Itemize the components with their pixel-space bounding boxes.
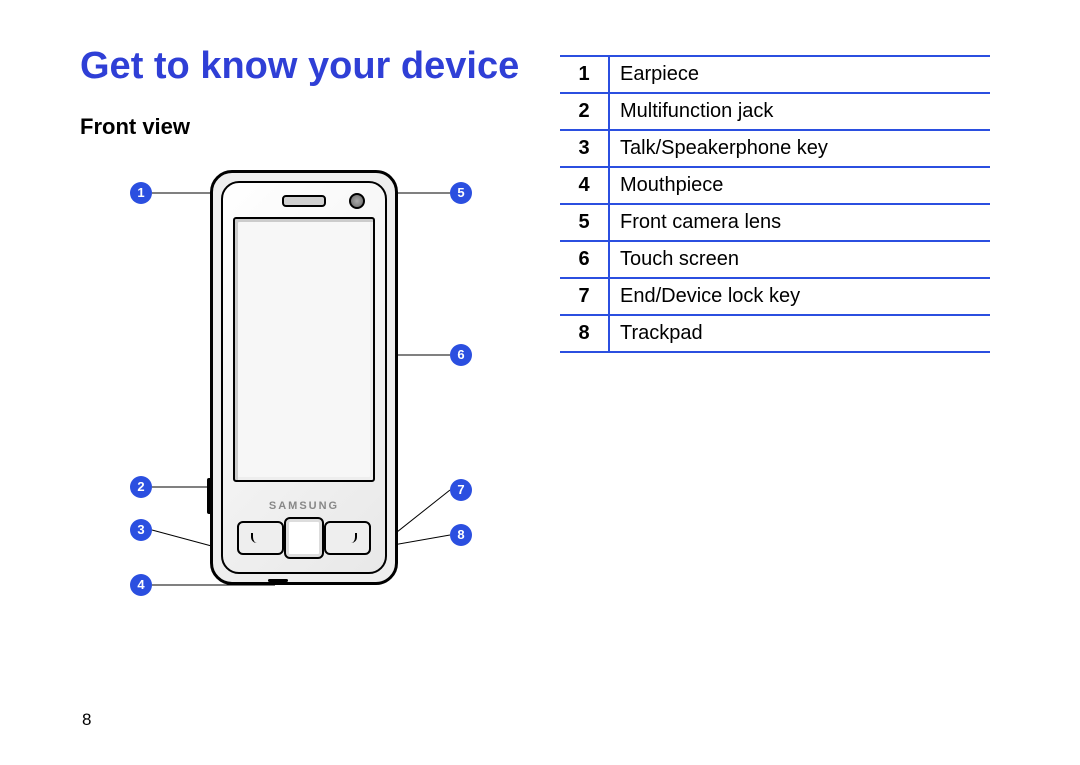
callout-3: 3	[130, 519, 152, 541]
legend-num: 2	[560, 93, 609, 130]
left-column: Get to know your device Front view	[80, 45, 560, 735]
right-column: 1 Earpiece 2 Multifunction jack 3 Talk/S…	[560, 45, 1030, 735]
page-number: 8	[82, 710, 91, 730]
callout-8: 8	[450, 524, 472, 546]
callout-5: 5	[450, 182, 472, 204]
trackpad-icon	[284, 517, 325, 559]
legend-num: 5	[560, 204, 609, 241]
phone-front-face: SAMSUNG	[221, 181, 387, 574]
legend-row: 1 Earpiece	[560, 56, 990, 93]
callout-6: 6	[450, 344, 472, 366]
legend-label: Talk/Speakerphone key	[609, 130, 990, 167]
legend-num: 3	[560, 130, 609, 167]
legend-row: 6 Touch screen	[560, 241, 990, 278]
button-row	[237, 518, 371, 558]
legend-num: 8	[560, 315, 609, 352]
brand-label: SAMSUNG	[223, 500, 385, 512]
legend-row: 5 Front camera lens	[560, 204, 990, 241]
callout-2: 2	[130, 476, 152, 498]
legend-row: 4 Mouthpiece	[560, 167, 990, 204]
section-heading: Front view	[80, 114, 560, 140]
legend-label: Trackpad	[609, 315, 990, 352]
front-camera-icon	[349, 193, 365, 209]
legend-table: 1 Earpiece 2 Multifunction jack 3 Talk/S…	[560, 55, 990, 353]
legend-label: Touch screen	[609, 241, 990, 278]
mouthpiece-icon	[268, 579, 288, 582]
touch-screen-icon	[233, 217, 375, 482]
legend-label: Multifunction jack	[609, 93, 990, 130]
legend-label: Mouthpiece	[609, 167, 990, 204]
callout-7: 7	[450, 479, 472, 501]
legend-num: 4	[560, 167, 609, 204]
legend-label: End/Device lock key	[609, 278, 990, 315]
talk-key-icon	[237, 521, 284, 555]
legend-row: 2 Multifunction jack	[560, 93, 990, 130]
legend-num: 1	[560, 56, 609, 93]
callout-4: 4	[130, 574, 152, 596]
legend-row: 7 End/Device lock key	[560, 278, 990, 315]
legend-row: 8 Trackpad	[560, 315, 990, 352]
phone-outline: SAMSUNG	[210, 170, 398, 585]
legend-num: 7	[560, 278, 609, 315]
legend-label: Front camera lens	[609, 204, 990, 241]
legend-row: 3 Talk/Speakerphone key	[560, 130, 990, 167]
page-title: Get to know your device	[80, 45, 560, 89]
end-key-icon	[324, 521, 371, 555]
device-diagram: SAMSUNG 1 5 6 2 7 3 8 4	[80, 160, 500, 650]
callout-1: 1	[130, 182, 152, 204]
multifunction-jack-icon	[207, 478, 212, 514]
manual-page: Get to know your device Front view	[0, 0, 1080, 765]
earpiece-icon	[282, 195, 326, 207]
legend-label: Earpiece	[609, 56, 990, 93]
legend-num: 6	[560, 241, 609, 278]
